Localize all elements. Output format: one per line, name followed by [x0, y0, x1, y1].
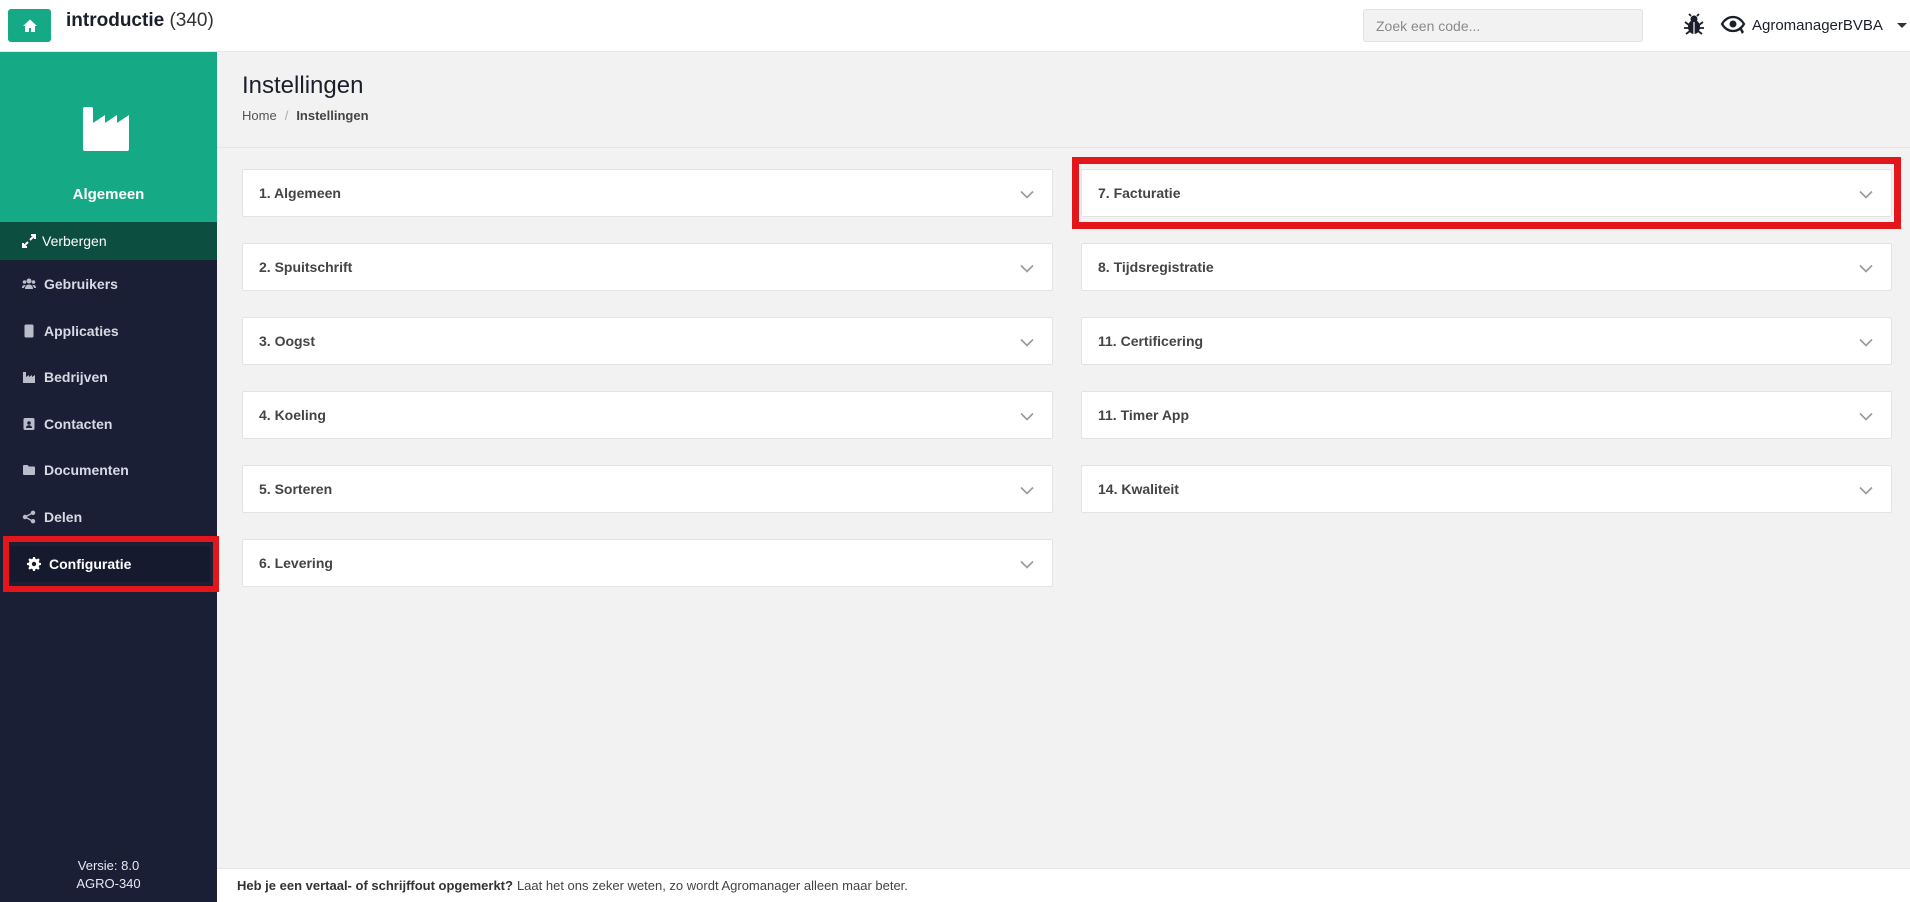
panel-koeling[interactable]: 4. Koeling — [242, 391, 1053, 439]
chevron-down-icon — [1020, 412, 1034, 421]
version-info: Versie: 8.0 AGRO-340 — [0, 857, 217, 893]
version-text: Versie: 8.0 — [77, 858, 140, 873]
panel-tijdsregistratie[interactable]: 8. Tijdsregistratie — [1081, 243, 1892, 291]
user-menu[interactable]: AgromanagerBVBA — [1720, 12, 1907, 38]
chevron-down-icon — [1020, 338, 1034, 347]
chevron-down-icon — [1020, 264, 1034, 273]
user-name: AgromanagerBVBA — [1752, 16, 1883, 34]
top-bar: introductie (340) AgromanagerBVBA — [0, 0, 1910, 52]
sidebar-item-label: Delen — [44, 509, 83, 525]
breadcrumb: Home / Instellingen — [242, 108, 369, 123]
chevron-down-icon — [1859, 486, 1873, 495]
home-icon — [22, 19, 37, 32]
sidebar-section-header: Algemeen — [0, 52, 217, 222]
panel-title: 6. Levering — [259, 555, 333, 571]
sidebar-hide-label: Verbergen — [42, 233, 107, 249]
sidebar-section-title: Algemeen — [72, 186, 145, 203]
panel-timer-app[interactable]: 11. Timer App — [1081, 391, 1892, 439]
page-title: Instellingen — [242, 72, 364, 99]
sidebar-item-gebruikers[interactable]: Gebruikers — [0, 266, 217, 302]
sidebar-item-applicaties[interactable]: Applicaties — [0, 313, 217, 349]
sidebar-item-label: Applicaties — [44, 323, 119, 339]
panel-certificering[interactable]: 11. Certificering — [1081, 317, 1892, 365]
panel-levering[interactable]: 6. Levering — [242, 539, 1053, 587]
factory-icon — [83, 107, 129, 151]
panel-spuitschrift[interactable]: 2. Spuitschrift — [242, 243, 1053, 291]
chevron-down-icon — [1859, 264, 1873, 273]
main-content: Instellingen Home / Instellingen 1. Alge… — [217, 52, 1910, 902]
sidebar-item-label: Documenten — [44, 462, 129, 478]
header-divider — [217, 147, 1910, 148]
tablet-icon — [24, 324, 34, 338]
footer: Heb je een vertaal- of schrijffout opgem… — [217, 868, 1910, 902]
app-title-count: (340) — [169, 10, 214, 31]
footer-bold-text: Heb je een vertaal- of schrijffout opgem… — [237, 878, 513, 893]
sidebar: Algemeen Verbergen Gebruikers Applicatie… — [0, 52, 217, 902]
panel-algemeen[interactable]: 1. Algemeen — [242, 169, 1053, 217]
collapse-icon — [22, 234, 36, 248]
panel-title: 3. Oogst — [259, 333, 316, 349]
footer-text: Laat het ons zeker weten, zo wordt Agrom… — [516, 878, 908, 893]
contact-card-icon — [23, 418, 35, 430]
user-eye-icon — [1720, 15, 1746, 34]
folder-icon — [23, 465, 35, 475]
panel-title: 14. Kwaliteit — [1098, 481, 1179, 497]
breadcrumb-separator: / — [284, 108, 289, 123]
home-button[interactable] — [8, 9, 51, 42]
gear-icon — [27, 557, 41, 571]
panel-facturatie[interactable]: 7. Facturatie — [1081, 169, 1892, 217]
sidebar-item-label: Contacten — [44, 416, 113, 432]
share-icon — [22, 510, 36, 524]
panel-title: 8. Tijdsregistratie — [1098, 259, 1214, 275]
panel-sorteren[interactable]: 5. Sorteren — [242, 465, 1053, 513]
chevron-down-icon — [1896, 22, 1907, 28]
sidebar-item-configuratie[interactable]: Configuratie — [10, 546, 210, 582]
sidebar-hide-toggle[interactable]: Verbergen — [0, 222, 217, 260]
sidebar-item-label: Gebruikers — [44, 276, 118, 292]
panel-oogst[interactable]: 3. Oogst — [242, 317, 1053, 365]
app-title: introductie (340) — [66, 10, 214, 32]
breadcrumb-current: Instellingen — [296, 108, 369, 123]
chevron-down-icon — [1859, 338, 1873, 347]
sidebar-item-label: Configuratie — [49, 556, 132, 572]
panel-title: 4. Koeling — [259, 407, 326, 423]
panel-title: 2. Spuitschrift — [259, 259, 353, 275]
panel-title: 7. Facturatie — [1098, 185, 1181, 201]
sidebar-item-delen[interactable]: Delen — [0, 499, 217, 535]
breadcrumb-home[interactable]: Home — [242, 108, 277, 123]
chevron-down-icon — [1020, 486, 1034, 495]
sidebar-item-label: Bedrijven — [44, 369, 108, 385]
sidebar-item-bedrijven[interactable]: Bedrijven — [0, 359, 217, 395]
search-input[interactable] — [1363, 9, 1643, 42]
panel-kwaliteit[interactable]: 14. Kwaliteit — [1081, 465, 1892, 513]
panel-title: 11. Timer App — [1098, 407, 1190, 423]
sidebar-item-documenten[interactable]: Documenten — [0, 452, 217, 488]
factory-icon — [23, 372, 35, 383]
build-text: AGRO-340 — [76, 876, 141, 891]
chevron-down-icon — [1859, 190, 1873, 199]
panel-title: 1. Algemeen — [259, 185, 341, 201]
chevron-down-icon — [1020, 560, 1034, 569]
app-title-text: introductie — [66, 10, 165, 31]
chevron-down-icon — [1859, 412, 1873, 421]
panel-title: 11. Certificering — [1098, 333, 1204, 349]
sidebar-item-contacten[interactable]: Contacten — [0, 406, 217, 442]
bug-icon[interactable] — [1682, 13, 1706, 37]
panel-title: 5. Sorteren — [259, 481, 333, 497]
users-icon — [22, 278, 36, 289]
chevron-down-icon — [1020, 190, 1034, 199]
